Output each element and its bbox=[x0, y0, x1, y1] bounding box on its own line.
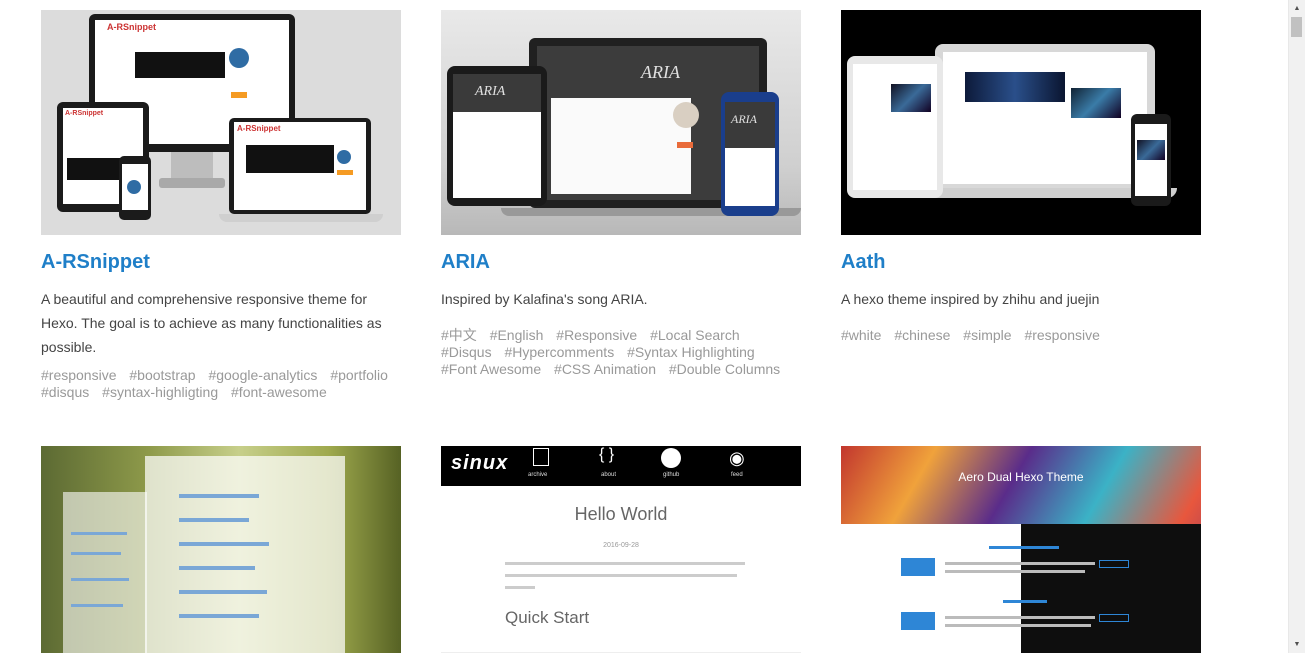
scroll-down-arrow-icon[interactable]: ▼ bbox=[1289, 636, 1305, 653]
tag-link[interactable]: #portfolio bbox=[330, 367, 388, 383]
nav-archive: archive bbox=[528, 472, 548, 478]
tag-link[interactable]: #white bbox=[841, 327, 881, 343]
nav-about: about bbox=[601, 472, 617, 478]
theme-screenshot[interactable] bbox=[41, 446, 401, 653]
tag-link[interactable]: #disqus bbox=[41, 384, 89, 400]
theme-card-row2-3: Aero Dual Hexo Theme bbox=[841, 446, 1201, 653]
github-icon bbox=[661, 448, 681, 468]
tag-link[interactable]: #font-awesome bbox=[231, 384, 327, 400]
theme-screenshot[interactable]: ARIA ARIA ARIA bbox=[441, 10, 801, 235]
tag-link[interactable]: #Font Awesome bbox=[441, 361, 541, 377]
screenshot-brand-phone: ARIA bbox=[731, 112, 757, 126]
vertical-scrollbar[interactable]: ▲ ▼ bbox=[1288, 0, 1305, 653]
archive-icon bbox=[533, 448, 549, 466]
tag-link[interactable]: #bootstrap bbox=[129, 367, 195, 383]
scrollbar-thumb[interactable] bbox=[1291, 17, 1302, 37]
screenshot-logo: sinux bbox=[451, 452, 509, 474]
tag-link[interactable]: #Syntax Highlighting bbox=[627, 344, 755, 360]
theme-screenshot[interactable] bbox=[841, 10, 1201, 235]
theme-card-row2-1 bbox=[41, 446, 401, 653]
tag-link[interactable]: #Responsive bbox=[556, 327, 637, 343]
theme-screenshot[interactable]: sinux archive { } about github ◉ feed He… bbox=[441, 446, 801, 653]
theme-tags: #中文 #English #Responsive #Local Search #… bbox=[441, 327, 801, 378]
theme-card-row2-2: sinux archive { } about github ◉ feed He… bbox=[441, 446, 801, 653]
screenshot-brand-tablet: A-RSnippet bbox=[65, 110, 104, 117]
theme-card-aria: ARIA ARIA ARIA ARIA Inspired by Kalafina… bbox=[441, 10, 801, 378]
tag-link[interactable]: #responsive bbox=[41, 367, 117, 383]
theme-card-aath: Aath A hexo theme inspired by zhihu and … bbox=[841, 10, 1201, 344]
tag-link[interactable]: #google-analytics bbox=[208, 367, 317, 383]
screenshot-brand-laptop: A-RSnippet bbox=[237, 124, 281, 133]
theme-title[interactable]: A-RSnippet bbox=[41, 249, 401, 275]
screenshot-heading: Hello World bbox=[574, 504, 668, 524]
tag-link[interactable]: #responsive bbox=[1024, 327, 1100, 343]
tag-link[interactable]: #CSS Animation bbox=[554, 361, 656, 377]
tag-link[interactable]: #simple bbox=[963, 327, 1011, 343]
screenshot-brand: ARIA bbox=[641, 62, 680, 82]
theme-tags: #responsive #bootstrap #google-analytics… bbox=[41, 367, 401, 401]
screenshot-date: 2016-09-28 bbox=[603, 542, 639, 549]
tag-link[interactable]: #Local Search bbox=[650, 327, 740, 343]
theme-card-a-rsnippet: A-RSnippet A-RSnippet A-RSnippet A-RSnip… bbox=[41, 10, 401, 401]
scroll-up-arrow-icon[interactable]: ▲ bbox=[1289, 0, 1305, 17]
screenshot-subheading: Quick Start bbox=[505, 608, 590, 627]
screenshot-brand: A-RSnippet bbox=[107, 22, 156, 32]
theme-screenshot[interactable]: Aero Dual Hexo Theme bbox=[841, 446, 1201, 653]
theme-description: A beautiful and comprehensive responsive… bbox=[41, 291, 382, 355]
theme-description: Inspired by Kalafina's song ARIA. bbox=[441, 291, 648, 307]
screenshot-heading: Aero Dual Hexo Theme bbox=[958, 470, 1084, 484]
tag-link[interactable]: #中文 bbox=[441, 327, 477, 343]
tag-link[interactable]: #Disqus bbox=[441, 344, 492, 360]
nav-github: github bbox=[663, 472, 680, 478]
theme-title[interactable]: ARIA bbox=[441, 249, 801, 275]
braces-icon: { } bbox=[599, 446, 615, 463]
tag-link[interactable]: #Double Columns bbox=[669, 361, 780, 377]
theme-title[interactable]: Aath bbox=[841, 249, 1201, 275]
theme-tags: #white #chinese #simple #responsive bbox=[841, 327, 1201, 344]
tag-link[interactable]: #syntax-highligting bbox=[102, 384, 218, 400]
tag-link[interactable]: #chinese bbox=[894, 327, 950, 343]
theme-description: A hexo theme inspired by zhihu and jueji… bbox=[841, 291, 1100, 307]
tag-link[interactable]: #Hypercomments bbox=[504, 344, 614, 360]
tag-link[interactable]: #English bbox=[490, 327, 544, 343]
rss-icon: ◉ bbox=[729, 448, 745, 468]
nav-feed: feed bbox=[731, 472, 743, 478]
screenshot-brand-tablet: ARIA bbox=[475, 84, 506, 99]
theme-screenshot[interactable]: A-RSnippet A-RSnippet A-RSnippet bbox=[41, 10, 401, 235]
